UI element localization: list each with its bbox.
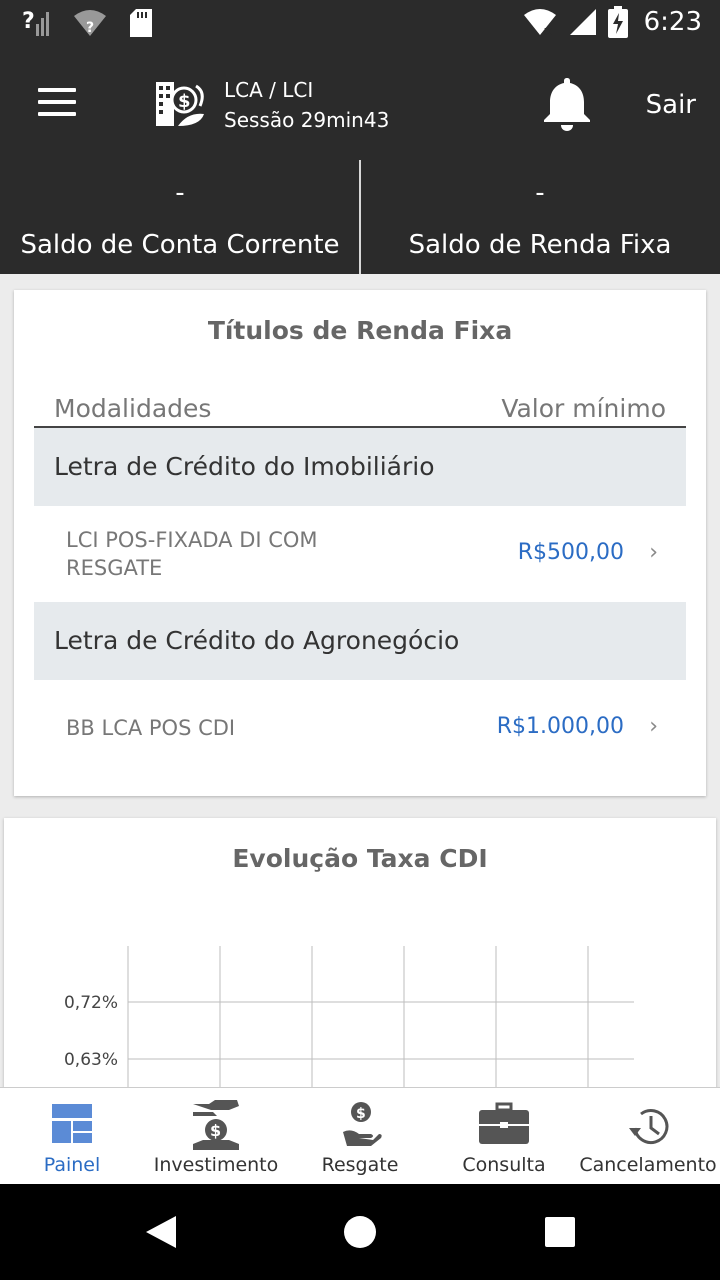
sd-card-icon bbox=[130, 9, 152, 37]
battery-charging-icon bbox=[607, 6, 628, 38]
nav-label: Painel bbox=[43, 1154, 101, 1176]
menu-icon-bar bbox=[38, 112, 76, 116]
invest-icon: $ bbox=[193, 1100, 239, 1150]
menu-button[interactable] bbox=[38, 88, 76, 118]
home-icon[interactable] bbox=[342, 1214, 378, 1250]
nav-consulta[interactable]: Consulta bbox=[432, 1088, 576, 1184]
bell-icon[interactable] bbox=[542, 76, 592, 132]
session-timer: Sessão 29min43 bbox=[224, 108, 390, 132]
balance-summary: - Saldo de Conta Corrente - Saldo de Ren… bbox=[0, 160, 720, 274]
menu-icon-bar bbox=[38, 100, 76, 104]
group-header-lci: Letra de Crédito do Imobiliário bbox=[34, 428, 686, 506]
nav-cancelamento[interactable]: Cancelamento bbox=[576, 1088, 720, 1184]
nav-label: Consulta bbox=[462, 1154, 546, 1176]
nav-painel[interactable]: Painel bbox=[0, 1088, 144, 1184]
bottom-navigation: Painel $ Investimento $ Resgate Consulta bbox=[0, 1087, 720, 1184]
list-item-bb-lca-pos-cdi[interactable]: BB LCA POS CDI R$1.000,00 › bbox=[34, 680, 686, 776]
nav-label: Resgate bbox=[321, 1154, 399, 1176]
nav-investimento[interactable]: $ Investimento bbox=[144, 1088, 288, 1184]
column-header-modalities: Modalidades bbox=[54, 394, 212, 423]
logout-button[interactable]: Sair bbox=[646, 90, 696, 120]
y-tick-label: 0,63% bbox=[64, 1050, 118, 1070]
menu-icon-bar bbox=[38, 88, 76, 92]
column-header-min-value: Valor mínimo bbox=[501, 394, 666, 423]
nav-resgate[interactable]: $ Resgate bbox=[288, 1088, 432, 1184]
checking-balance: - Saldo de Conta Corrente bbox=[0, 160, 360, 274]
app-logo-icon: $ bbox=[156, 82, 204, 126]
wifi-icon: x bbox=[523, 9, 556, 37]
system-navigation-bar bbox=[0, 1184, 720, 1280]
divider bbox=[359, 160, 361, 274]
signal-unknown-icon: ? bbox=[22, 9, 49, 36]
app-bar: $ LCA / LCI Sessão 29min43 Sair bbox=[0, 50, 720, 160]
card-title: Títulos de Renda Fixa bbox=[207, 316, 513, 345]
item-name: BB LCA POS CDI bbox=[66, 716, 236, 740]
redeem-icon: $ bbox=[343, 1102, 382, 1146]
checking-balance-value: - bbox=[175, 178, 185, 208]
svg-text:$: $ bbox=[178, 91, 191, 112]
svg-text:?: ? bbox=[86, 20, 94, 36]
dashboard-icon bbox=[52, 1104, 92, 1143]
wifi-unknown-icon: ? bbox=[74, 10, 106, 36]
group-header-lca: Letra de Crédito do Agronegócio bbox=[34, 602, 686, 680]
cdi-chart-card: Evolução Taxa CDI 0,72% 0,63% bbox=[4, 818, 716, 1118]
fixed-income-balance: - Saldo de Renda Fixa bbox=[360, 160, 720, 274]
checking-balance-label: Saldo de Conta Corrente bbox=[20, 230, 340, 260]
y-tick-label: 0,72% bbox=[64, 993, 118, 1013]
svg-text:?: ? bbox=[22, 9, 35, 34]
history-icon bbox=[629, 1109, 669, 1145]
nav-label: Cancelamento bbox=[579, 1154, 717, 1176]
recents-icon[interactable] bbox=[544, 1216, 576, 1248]
cdi-chart: 0,72% 0,63% bbox=[64, 946, 634, 1088]
nav-label: Investimento bbox=[153, 1154, 279, 1176]
status-bar: ? ? x 6:23 bbox=[0, 0, 720, 50]
app-title: LCA / LCI bbox=[224, 78, 314, 102]
item-name: LCI POS-FIXADA DI COM RESGATE bbox=[66, 528, 318, 580]
fixed-income-card: Títulos de Renda Fixa Modalidades Valor … bbox=[14, 290, 706, 796]
back-icon[interactable] bbox=[144, 1214, 178, 1250]
chevron-right-icon: › bbox=[649, 714, 658, 739]
fixed-income-balance-label: Saldo de Renda Fixa bbox=[408, 230, 672, 260]
fixed-income-balance-value: - bbox=[535, 178, 545, 208]
svg-text:$: $ bbox=[356, 1106, 366, 1122]
item-min-value: R$500,00 bbox=[517, 540, 624, 565]
list-item-lci-pos-fixada[interactable]: LCI POS-FIXADA DI COM RESGATE R$500,00 › bbox=[34, 506, 686, 602]
item-min-value: R$1.000,00 bbox=[496, 714, 624, 739]
svg-text:x: x bbox=[544, 24, 552, 37]
svg-text:$: $ bbox=[210, 1121, 221, 1140]
chevron-right-icon: › bbox=[649, 540, 658, 565]
briefcase-icon bbox=[479, 1102, 529, 1144]
cell-signal-icon bbox=[569, 9, 596, 35]
clock: 6:23 bbox=[643, 7, 702, 37]
